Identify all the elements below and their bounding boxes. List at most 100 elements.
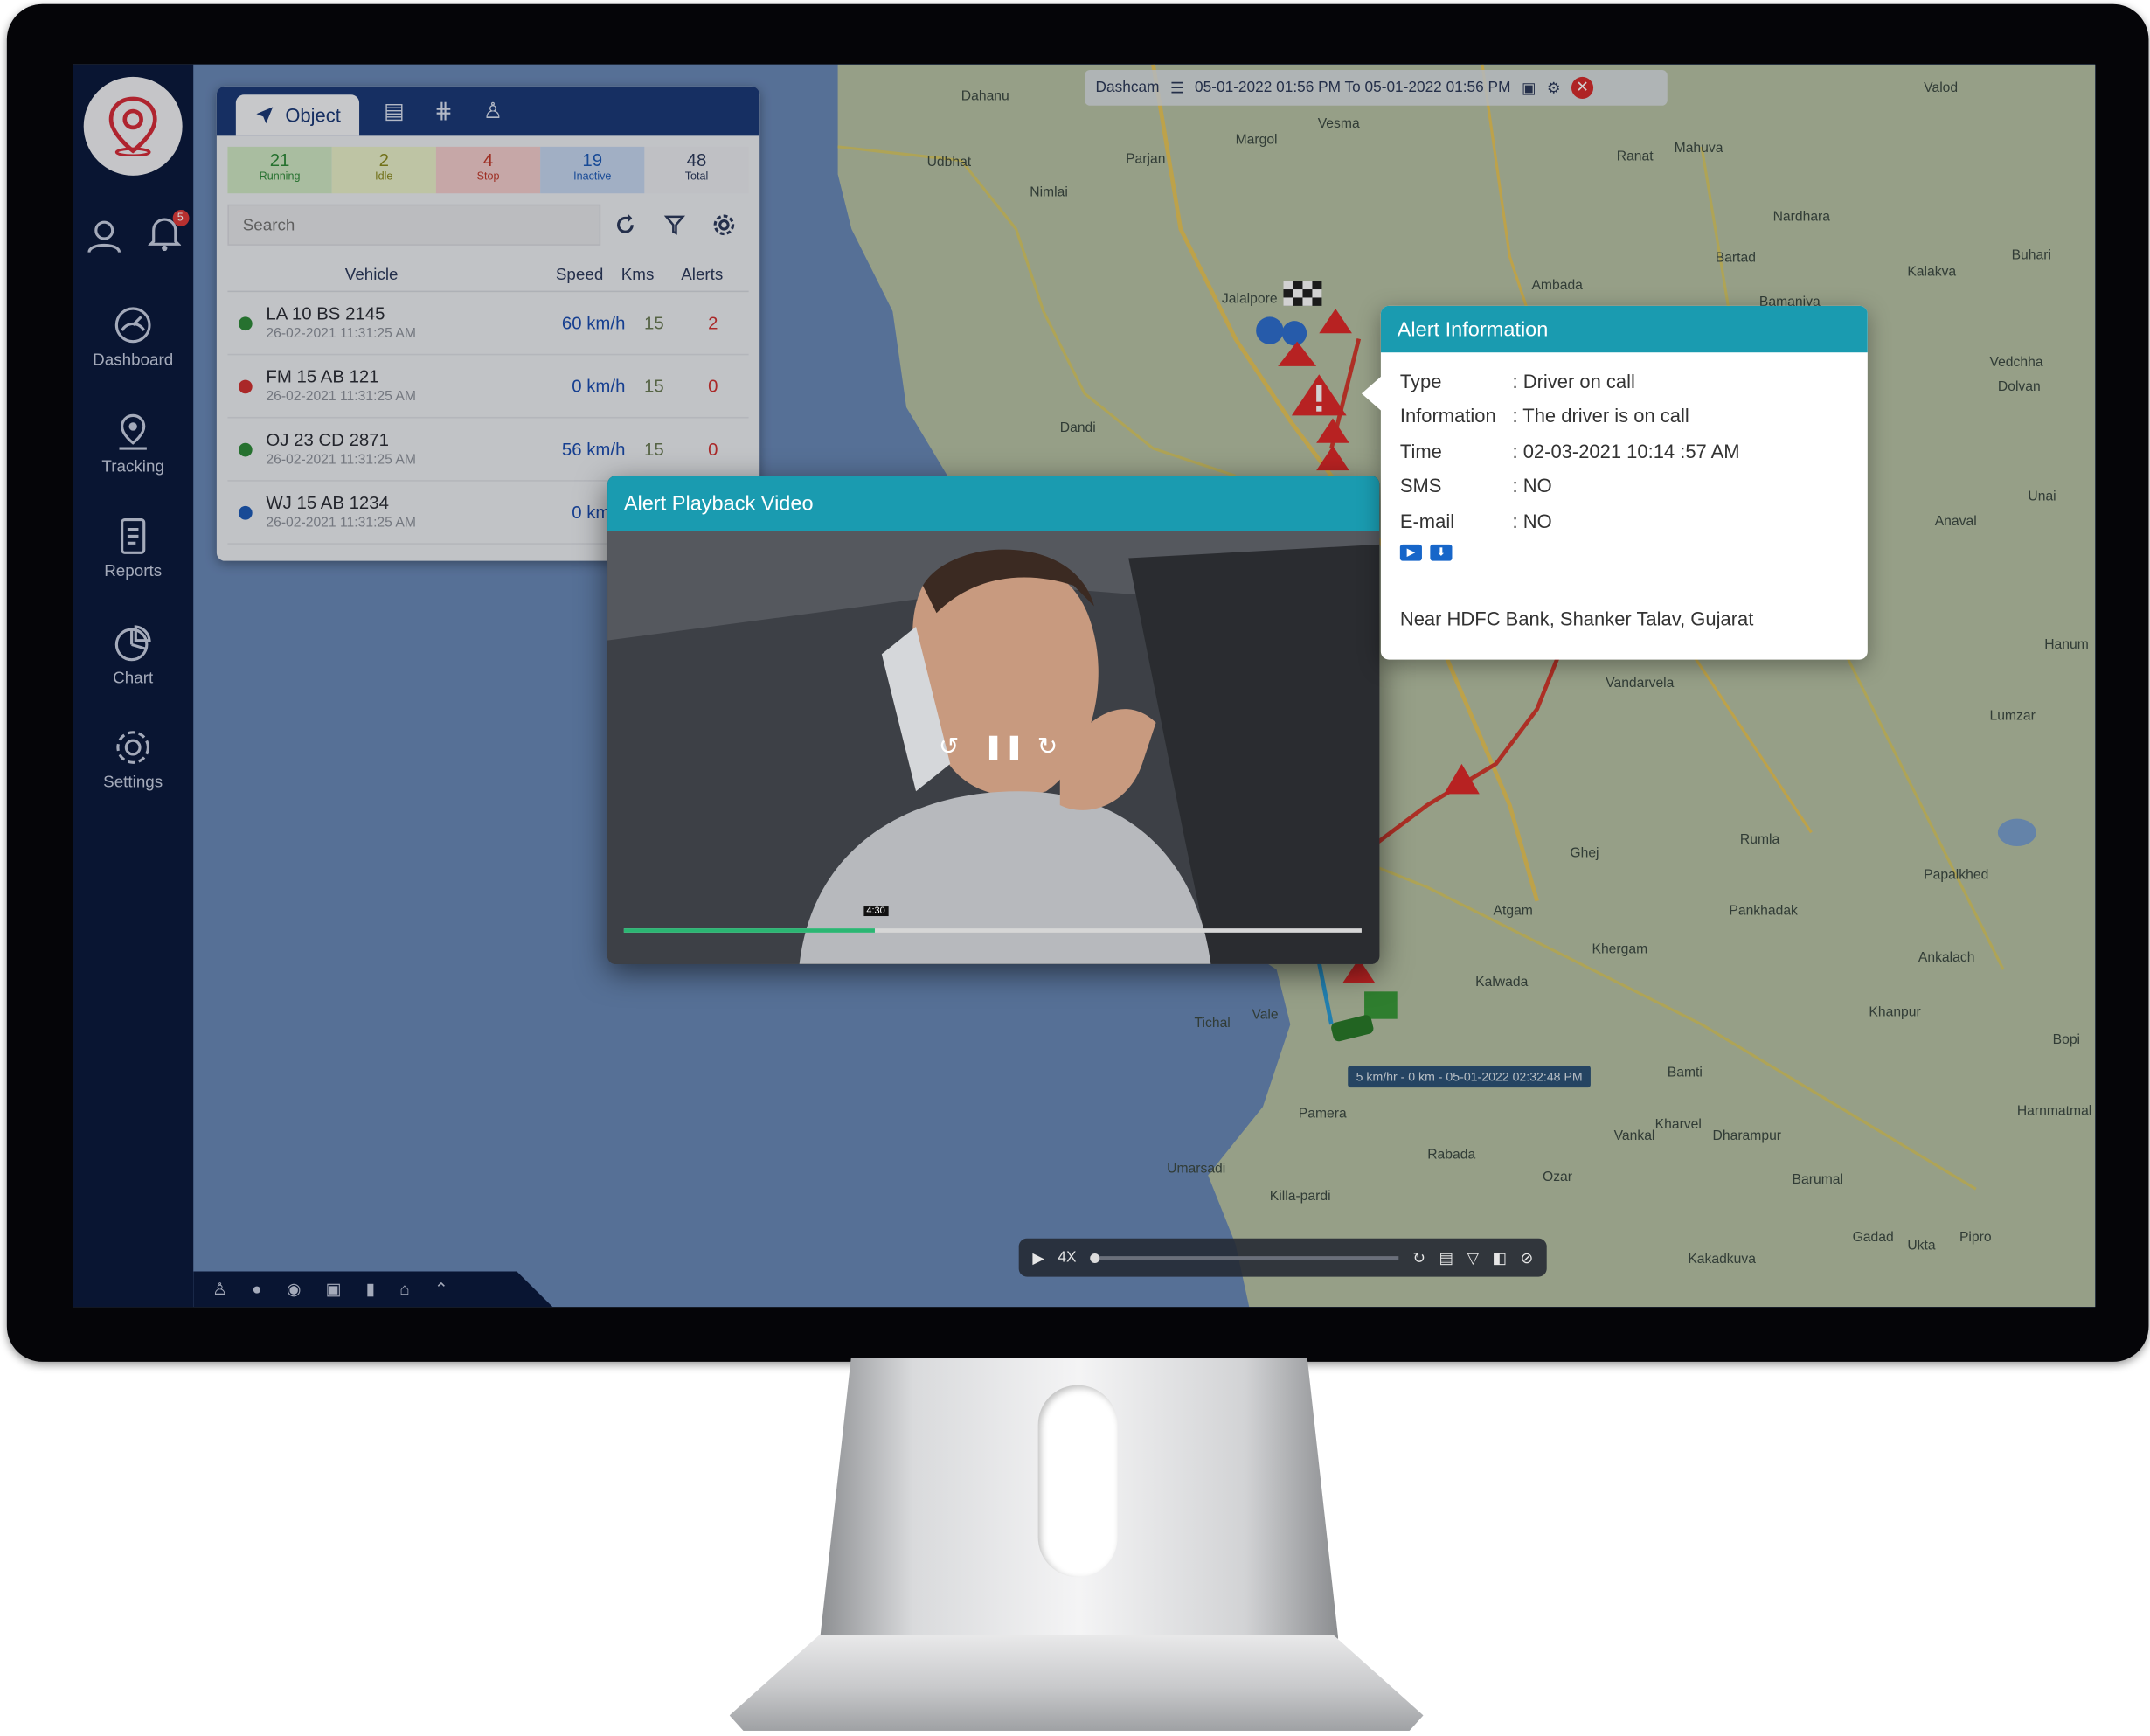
slider-knob[interactable]	[1090, 1253, 1100, 1263]
calendar-icon[interactable]: ▣	[1522, 79, 1536, 97]
info-row-sms: SMS : NO	[1400, 469, 1848, 503]
map-place: Rabada	[1427, 1148, 1476, 1163]
vehicle-speed: 0 km/h	[572, 375, 626, 397]
layers-icon[interactable]: ◧	[1493, 1248, 1507, 1267]
filter-icon[interactable]: ▽	[1467, 1248, 1479, 1267]
map-place: Kalwada	[1475, 975, 1529, 990]
list-icon[interactable]: ☰	[1170, 79, 1183, 97]
user-icon[interactable]: ●	[252, 1280, 261, 1299]
gear-icon[interactable]: ⚙	[1547, 79, 1560, 97]
play-video-icon[interactable]: ▶	[1399, 544, 1422, 560]
col-alerts[interactable]: Alerts	[672, 264, 732, 283]
stat-stop[interactable]: 4 Stop	[435, 146, 541, 194]
rewind-icon[interactable]: ↺	[933, 731, 964, 761]
map-place: Ambada	[1531, 278, 1583, 294]
user-icon[interactable]	[86, 218, 121, 253]
playback-slider[interactable]	[1090, 1253, 1399, 1263]
home-icon[interactable]: ⌂	[399, 1280, 409, 1299]
vehicle-marker[interactable]	[1321, 958, 1403, 1050]
video-progress-fill	[623, 928, 875, 933]
nav-settings[interactable]: Settings	[73, 728, 193, 791]
app-logo[interactable]	[83, 76, 183, 176]
dashcam-label[interactable]: Dashcam	[1096, 80, 1160, 96]
map-place: Udbhat	[926, 155, 972, 170]
driver-icon[interactable]: ♙	[212, 1280, 227, 1299]
stat-count: 19	[582, 149, 603, 170]
navigation-arrow-icon	[256, 107, 274, 124]
map-place: Bamti	[1667, 1066, 1703, 1081]
close-icon[interactable]: ✕	[1571, 76, 1594, 99]
alert-marker[interactable]	[1444, 763, 1480, 797]
vehicle-info: FM 15 AB 121 26-02-2021 11:31:25 AM	[266, 365, 512, 406]
pause-icon[interactable]: ❚❚	[983, 731, 1024, 761]
date-range[interactable]: 05-01-2022 01:56 PM To 05-01-2022 01:56 …	[1195, 80, 1510, 96]
map-place: Dahanu	[961, 88, 1009, 105]
replay-icon[interactable]: ↻	[1412, 1248, 1425, 1267]
driver-icon[interactable]: ♙	[478, 97, 509, 124]
map-place: Vandarvela	[1606, 676, 1675, 691]
video-progress-bar[interactable]	[623, 928, 1362, 933]
notification-badge: 5	[171, 209, 189, 226]
video-title: Alert Playback Video	[607, 476, 1380, 531]
info-value: : Driver on call	[1512, 370, 1635, 392]
vehicle-alerts[interactable]: 0	[683, 439, 743, 460]
vehicle-row[interactable]: FM 15 AB 121 26-02-2021 11:31:25 AM 0 km/…	[227, 355, 749, 419]
tab-label: Object	[285, 104, 341, 127]
nav-dashboard[interactable]: Dashboard	[73, 306, 193, 369]
map-place: Buhari	[2011, 247, 2051, 264]
chevron-up-icon[interactable]: ⌃	[434, 1280, 448, 1299]
stat-idle[interactable]: 2 Idle	[331, 146, 436, 194]
nav-tracking[interactable]: Tracking	[73, 413, 193, 476]
nav-reports[interactable]: Reports	[73, 517, 193, 580]
video-frame[interactable]: ↺ ❚❚ ↻ 4:30	[607, 531, 1380, 964]
list-icon[interactable]: ▤	[1439, 1248, 1453, 1267]
vehicle-alerts[interactable]: 2	[683, 313, 743, 334]
info-key: Information	[1399, 405, 1496, 427]
col-speed[interactable]: Speed	[516, 264, 603, 283]
vehicle-alerts[interactable]: 0	[683, 376, 743, 397]
stat-inactive[interactable]: 19 Inactive	[540, 146, 645, 194]
alert-markers[interactable]	[1256, 281, 1366, 487]
map-place: Valod	[1924, 80, 1959, 96]
stat-label: Running	[259, 170, 301, 183]
refresh-button[interactable]	[600, 205, 649, 246]
map-place: Umarsadi	[1167, 1161, 1226, 1177]
search-input[interactable]	[227, 204, 601, 246]
nav-chart[interactable]: Chart	[73, 624, 193, 687]
map-place: Ozar	[1543, 1170, 1573, 1185]
col-vehicle[interactable]: Vehicle	[227, 264, 515, 283]
playback-speed[interactable]: 4X	[1058, 1249, 1076, 1266]
tower-icon[interactable]: ⋕	[428, 97, 459, 124]
nav-label: Chart	[113, 668, 154, 688]
tab-object[interactable]: Object	[235, 94, 360, 136]
vehicle-row[interactable]: OJ 23 CD 2871 26-02-2021 11:31:25 AM 56 k…	[227, 419, 749, 482]
record-icon[interactable]: ◉	[287, 1280, 301, 1299]
stat-total[interactable]: 48 Total	[644, 146, 749, 194]
building-icon[interactable]: ▤	[379, 97, 410, 124]
map-place: Vankal	[1613, 1128, 1655, 1144]
col-kms[interactable]: Kms	[603, 264, 671, 283]
video-time: 4:30	[863, 906, 888, 917]
map-place: Unai	[2028, 490, 2056, 505]
filter-button[interactable]	[650, 205, 699, 246]
stat-running[interactable]: 21 Running	[227, 146, 332, 194]
vehicle-row[interactable]: LA 10 BS 2145 26-02-2021 11:31:25 AM 60 k…	[227, 292, 749, 356]
map-place: Pipro	[1959, 1230, 1992, 1246]
play-icon[interactable]: ▶	[1032, 1248, 1044, 1267]
block-icon[interactable]: ⊘	[1521, 1248, 1533, 1267]
camera-icon[interactable]: ▣	[326, 1280, 342, 1299]
vehicle-info: WJ 15 AB 1234 26-02-2021 11:31:25 AM	[266, 491, 512, 532]
download-icon[interactable]: ⬇	[1430, 544, 1453, 560]
settings-button[interactable]	[699, 205, 748, 246]
stat-label: Total	[684, 170, 709, 183]
vehicle-kms: 15	[644, 312, 664, 334]
map-place: Vale	[1252, 1008, 1279, 1024]
nav-label: Tracking	[101, 456, 164, 476]
map-place: Killa-pardi	[1269, 1189, 1331, 1205]
refresh-icon	[617, 213, 634, 233]
fuel-icon[interactable]: ▮	[366, 1280, 375, 1299]
map-place: Nimlai	[1030, 184, 1068, 201]
map-place: Ukta	[1907, 1238, 1936, 1253]
notifications-button[interactable]: 5	[147, 209, 189, 258]
forward-icon[interactable]: ↻	[1032, 731, 1063, 761]
